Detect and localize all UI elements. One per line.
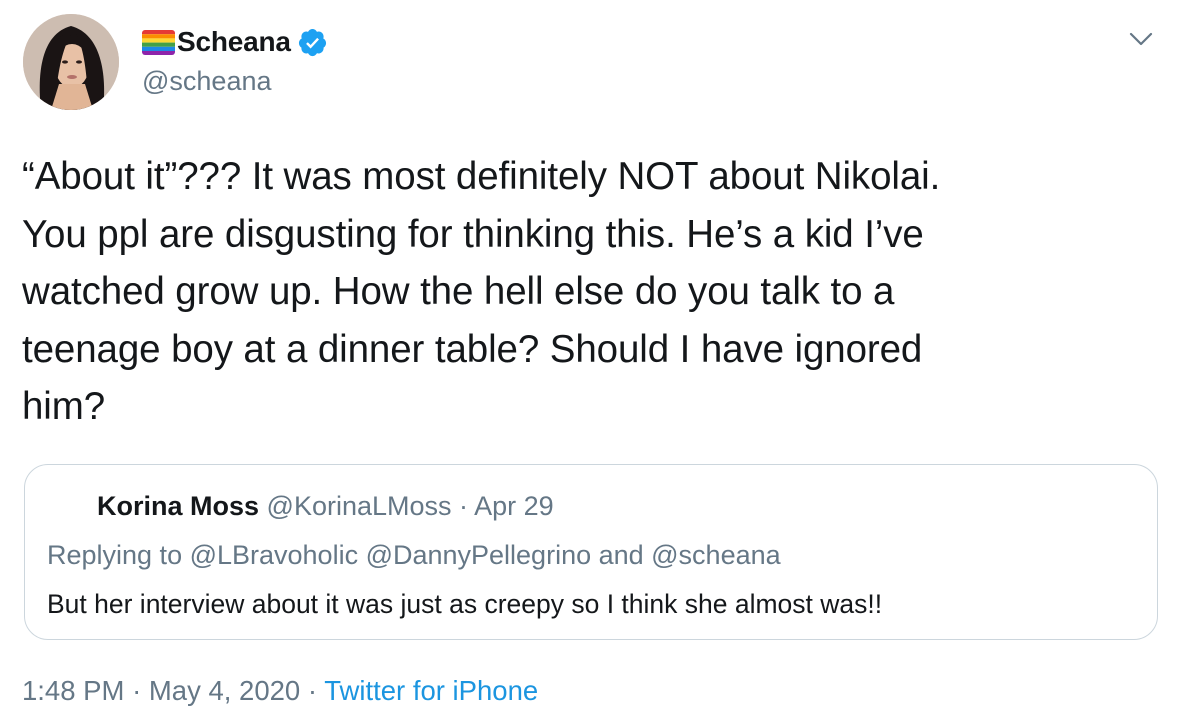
rainbow-flag-icon (142, 29, 175, 55)
avatar[interactable] (23, 14, 119, 110)
avatar-image (23, 14, 119, 110)
name-row: Scheana (142, 24, 328, 60)
quoted-replying-to: Replying to @LBravoholic @DannyPellegrin… (47, 540, 781, 570)
display-name[interactable]: Scheana (177, 26, 291, 58)
meta-separator: · (132, 675, 142, 706)
quoted-author-handle[interactable]: @KorinaLMoss (267, 491, 452, 521)
chevron-down-icon[interactable] (1126, 28, 1156, 50)
tweet-meta: 1:48 PM · May 4, 2020 · Twitter for iPho… (22, 675, 538, 707)
tweet-text: “About it”??? It was most definitely NOT… (22, 155, 941, 428)
quoted-tweet-card[interactable]: Korina Moss @KorinaLMoss · Apr 29 Replyi… (24, 464, 1158, 640)
tweet-time[interactable]: 1:48 PM (22, 675, 124, 706)
user-handle[interactable]: @scheana (142, 66, 328, 97)
meta-separator: · (307, 675, 318, 706)
tweet-date[interactable]: May 4, 2020 (149, 675, 300, 706)
tweet-author[interactable]: Scheana @scheana (142, 24, 328, 97)
quoted-author-name[interactable]: Korina Moss (97, 491, 259, 521)
quoted-tweet-header: Korina Moss @KorinaLMoss · Apr 29 (97, 491, 554, 522)
verified-badge-icon (297, 27, 328, 58)
tweet-source-link[interactable]: Twitter for iPhone (324, 675, 538, 706)
quoted-date[interactable]: Apr 29 (474, 491, 554, 521)
quoted-separator: · (459, 491, 469, 521)
quoted-tweet-text: But her interview about it was just as c… (47, 589, 883, 619)
